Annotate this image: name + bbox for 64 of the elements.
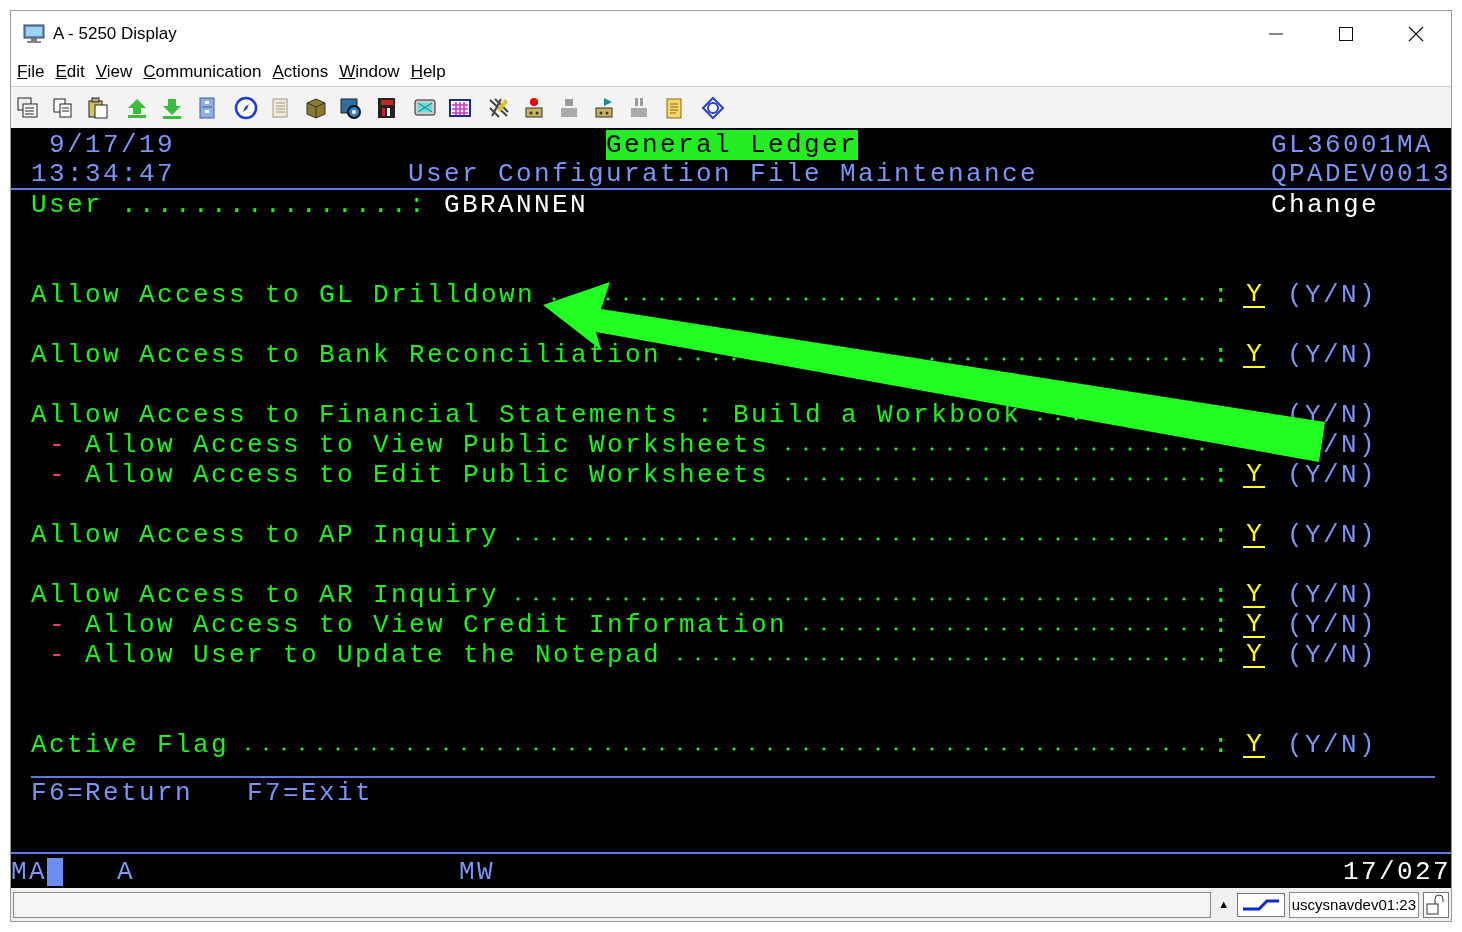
function-key[interactable]: F6=Return	[31, 778, 194, 808]
time-text: 13:34:47	[31, 159, 176, 189]
colon-text: :	[1213, 580, 1227, 610]
dash-marker: -	[49, 430, 67, 460]
input-field[interactable]: Y	[1243, 282, 1265, 308]
menu-item[interactable]: Actions	[272, 58, 329, 85]
colon-text: :	[1213, 610, 1227, 640]
input-field[interactable]: Y	[1243, 582, 1265, 608]
input-field[interactable]: Y	[1243, 612, 1265, 638]
program-title: General Ledger	[606, 130, 859, 160]
hint-text: (Y/N)	[1287, 610, 1377, 640]
dash-marker: -	[49, 640, 67, 670]
window-title: A - 5250 Display	[53, 23, 177, 46]
scroll-arrow[interactable]: ▲	[1214, 896, 1233, 913]
hint-text: (Y/N)	[1287, 280, 1377, 310]
menu-item[interactable]: View	[95, 58, 133, 85]
hint-text: /N)	[1323, 430, 1377, 460]
input-field[interactable]: Y	[1243, 342, 1265, 368]
cursor-position: 17/027	[1343, 857, 1451, 887]
session-text: MW	[459, 857, 495, 887]
input-field[interactable]: Y	[1243, 462, 1265, 488]
field-label: User ................:	[31, 190, 428, 220]
input-field[interactable]: Y	[1243, 522, 1265, 548]
menu-item[interactable]: File	[17, 58, 45, 85]
field-label: Active Flag	[31, 730, 230, 760]
dash-marker: -	[49, 460, 67, 490]
host-name: uscysnavdev01:23	[1288, 891, 1419, 918]
hint-text: (Y/N)	[1287, 520, 1377, 550]
field-label: Allow Access to GL Drilldown	[31, 280, 536, 310]
menu-item[interactable]: Communication	[143, 58, 262, 85]
colon-text: :	[1213, 640, 1227, 670]
hint-text: (Y/N)	[1287, 460, 1377, 490]
user-value: GBRANNEN	[444, 190, 589, 220]
colon-text: :	[1213, 280, 1227, 310]
input-field[interactable]: Y	[1243, 642, 1265, 668]
hint-text: (Y/N)	[1287, 730, 1377, 760]
field-label: Allow Access to View Credit Information	[85, 610, 788, 640]
dash-marker: -	[49, 610, 67, 640]
hint-text: (Y/N)	[1287, 580, 1377, 610]
field-label: Allow User to Update the Notepad	[85, 640, 662, 670]
field-label: Allow Access to Edit Public Worksheets	[85, 460, 770, 490]
field-label: Allow Access to Financial Statements : Build a Workbook	[31, 400, 1022, 430]
colon-text: :	[1213, 520, 1227, 550]
hint-text: (Y/N)	[1287, 640, 1377, 670]
screen-title: User Configuration File Maintenance	[408, 159, 1039, 189]
menu-item[interactable]: Edit	[55, 58, 85, 85]
menu-item[interactable]: Help	[410, 58, 446, 85]
colon-text: :	[1213, 730, 1227, 760]
hint-text: (Y/N)	[1287, 340, 1377, 370]
menu-item[interactable]: Window	[339, 58, 400, 85]
colon-text: :	[1213, 460, 1227, 490]
field-label: Allow Access to Bank Reconciliation	[31, 340, 662, 370]
field-label: Allow Access to View Public Worksheets	[85, 430, 770, 460]
function-key[interactable]: F7=Exit	[247, 778, 374, 808]
colon-text: :	[1213, 340, 1227, 370]
device-name: QPADEV0013	[1271, 159, 1452, 189]
indicator-text: A	[117, 857, 136, 887]
mode-indicator: MA	[11, 857, 47, 887]
mode-text: Change	[1271, 190, 1379, 220]
program-id: GL36001MA	[1271, 130, 1434, 160]
field-label: Allow Access to AP Inquiry	[31, 520, 500, 550]
input-field[interactable]: Y	[1243, 732, 1265, 758]
field-label: Allow Access to AR Inquiry	[31, 580, 500, 610]
date-text: 9/17/19	[49, 130, 176, 160]
